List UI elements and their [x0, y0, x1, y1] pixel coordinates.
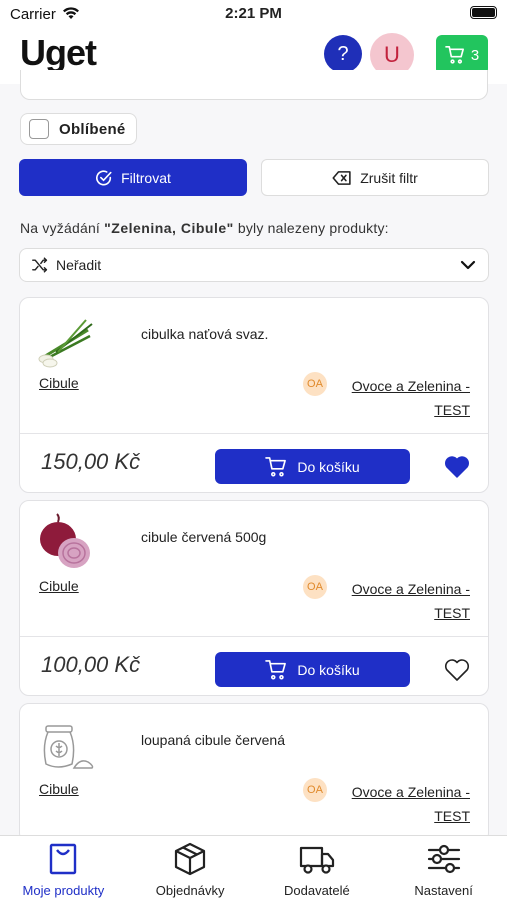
sliders-icon [427, 844, 460, 874]
truck-icon [299, 846, 334, 874]
favorites-checkbox[interactable] [29, 119, 49, 139]
product-category-link[interactable]: Cibule [39, 578, 79, 594]
supplier-badge: OA [303, 575, 327, 599]
bottom-tab-bar: Moje produkty Objednávky Dodavatelé Nast… [0, 835, 507, 900]
cart-button[interactable]: 3 [436, 35, 488, 75]
card-divider [20, 433, 488, 434]
product-card: cibulka naťová svaz. Cibule OA Ovoce a Z… [19, 297, 489, 493]
add-to-cart-button[interactable]: Do košíku [215, 652, 410, 687]
box-icon [175, 842, 206, 876]
cart-icon [265, 456, 287, 477]
product-card: loupaná cibule červená Cibule OA Ovoce a… [19, 703, 489, 843]
app-logo: Uget [20, 32, 97, 73]
tab-objednavky[interactable]: Objednávky [127, 836, 254, 900]
tab-moje-produkty[interactable]: Moje produkty [0, 836, 127, 900]
sort-label: Neřadit [56, 257, 102, 273]
tab-dodavatele[interactable]: Dodavatelé [254, 836, 381, 900]
tab-label: Nastavení [414, 883, 473, 898]
tab-label: Objednávky [155, 883, 225, 898]
battery-icon [470, 6, 497, 19]
cart-icon [445, 46, 464, 64]
cart-icon [265, 659, 287, 680]
help-button[interactable]: ? [324, 35, 362, 73]
filter-button-label: Filtrovat [121, 169, 171, 186]
status-bar: Carrier 2:21 PM [0, 0, 507, 28]
product-placeholder-sack-icon [43, 725, 94, 769]
supplier-link[interactable]: Ovoce a Zelenina - TEST [336, 780, 470, 828]
supplier-link[interactable]: Ovoce a Zelenina - TEST [336, 577, 470, 625]
tab-label: Dodavatelé [283, 883, 350, 898]
status-time: 2:21 PM [225, 5, 282, 22]
check-circle-icon [96, 169, 112, 185]
product-price: 100,00 Kč [41, 652, 141, 677]
shopping-bag-icon [50, 843, 77, 875]
favorite-heart-filled-icon[interactable] [444, 455, 470, 479]
product-name[interactable]: cibule červená 500g [141, 529, 266, 545]
clear-filter-label: Zrušit filtr [360, 169, 418, 186]
sort-select[interactable]: Neřadit [19, 248, 489, 282]
favorites-label: Oblíbené [59, 120, 126, 138]
result-query: "Zelenina, Cibule" [104, 220, 234, 236]
search-field-remnant[interactable] [20, 70, 488, 100]
filter-button[interactable]: Filtrovat [19, 159, 247, 196]
card-divider [20, 636, 488, 637]
product-category-link[interactable]: Cibule [39, 375, 79, 391]
chevron-down-icon [460, 260, 476, 270]
product-name[interactable]: cibulka naťová svaz. [141, 326, 268, 342]
backspace-icon [332, 170, 351, 185]
product-category-link[interactable]: Cibule [39, 781, 79, 797]
supplier-badge: OA [303, 372, 327, 396]
add-to-cart-button[interactable]: Do košíku [215, 449, 410, 484]
product-image-spring-onion [38, 319, 93, 368]
add-to-cart-label: Do košíku [297, 458, 360, 475]
product-price: 150,00 Kč [41, 449, 141, 474]
supplier-badge: OA [303, 778, 327, 802]
favorites-toggle[interactable]: Oblíbené [20, 113, 137, 145]
cart-count: 3 [470, 46, 480, 64]
favorite-heart-outline-icon[interactable] [444, 658, 470, 682]
product-card: cibule červená 500g Cibule OA Ovoce a Ze… [19, 500, 489, 696]
clear-filter-button[interactable]: Zrušit filtr [261, 159, 489, 196]
add-to-cart-label: Do košíku [297, 661, 360, 678]
result-description: Na vyžádání "Zelenina, Cibule" byly nale… [20, 220, 389, 236]
supplier-link[interactable]: Ovoce a Zelenina - TEST [336, 374, 470, 422]
tab-label: Moje produkty [22, 883, 105, 898]
product-image-red-onion [40, 513, 90, 568]
product-name[interactable]: loupaná cibule červená [141, 732, 285, 748]
shuffle-icon [32, 257, 48, 273]
tab-nastaveni[interactable]: Nastavení [380, 836, 507, 900]
